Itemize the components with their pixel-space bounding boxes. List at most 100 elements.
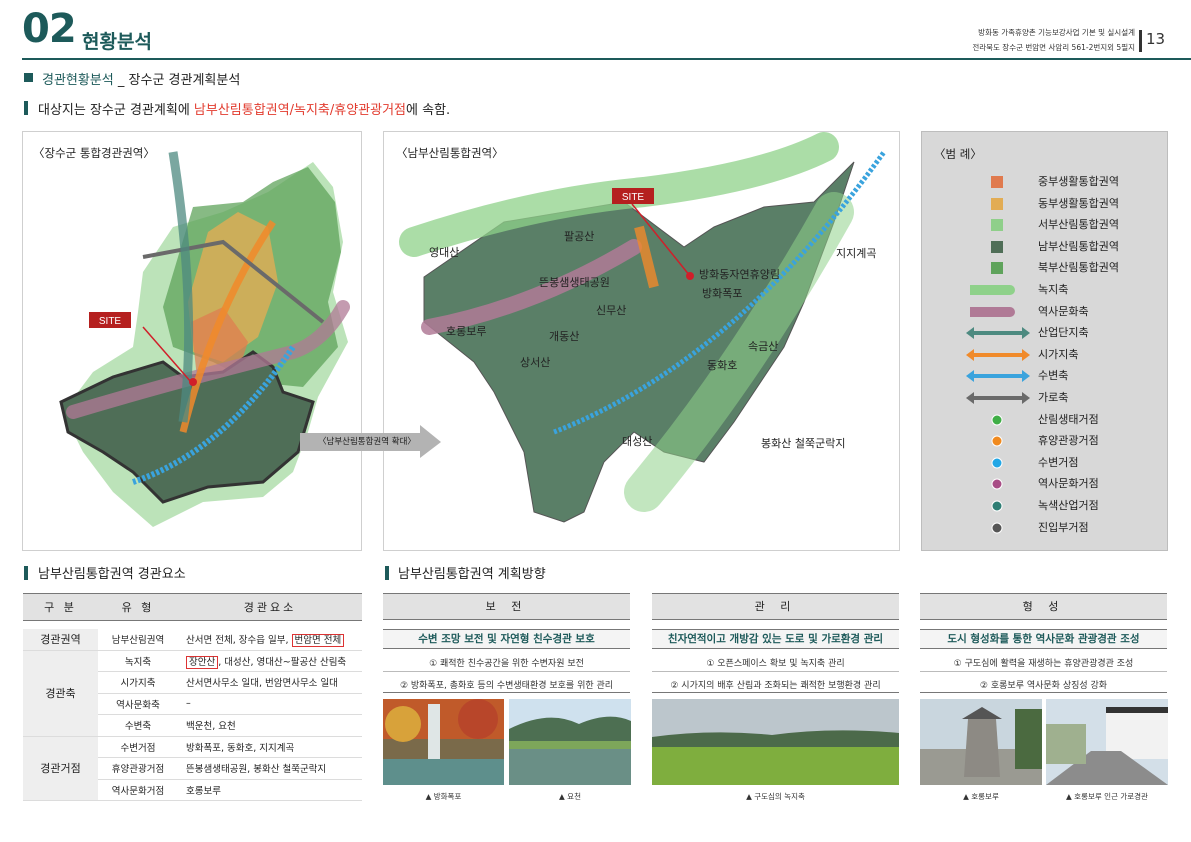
value-cell: –: [178, 693, 362, 715]
south-forest-map: SITE: [399, 132, 887, 523]
place-label: 속금산: [748, 340, 779, 353]
legend-item: 역사문화축: [922, 302, 1167, 320]
type-cell: 녹지축: [98, 650, 178, 672]
group-cell: 경관축: [23, 650, 98, 737]
photo-caption: ▲ 호롱보루 인근 가로경관: [1066, 792, 1148, 801]
legend-label: 동부생활통합권역: [1038, 196, 1119, 210]
photo-caption: ▲ 요천: [559, 792, 581, 801]
highlight-box: 장안산: [186, 655, 219, 669]
site-label-center: SITE: [622, 192, 645, 203]
legend-label: 수변거점: [1038, 455, 1079, 469]
divider: [920, 692, 1167, 693]
map-left-panel: 〈장수군 통합경관권역〉 SITE: [22, 131, 362, 551]
place-label: 개동산: [549, 330, 580, 343]
project-title: 방화동 가족휴양촌 기능보강사업 기본 및 실시설계: [978, 28, 1135, 37]
legend-label: 역사문화축: [1038, 304, 1089, 318]
value-cell: 산서면사무소 일대, 번암면사무소 일대: [178, 671, 362, 694]
value-cell: 장안산, 대성산, 영대산~팔공산 산림축: [178, 650, 362, 672]
double-arrow-icon: [966, 368, 1032, 383]
legend-title: 〈범 례〉: [934, 147, 982, 161]
direction-sub-manage: 친자연적이고 개방감 있는 도로 및 가로환경 관리: [652, 629, 899, 649]
value-cell: 호롱보루: [178, 779, 362, 801]
legend-label: 서부산림통합권역: [1038, 218, 1119, 232]
zoom-label: 〈남부산림통합권역 확대〉: [318, 437, 416, 447]
table-row: 경관거점 수변거점 방화폭포, 동화호, 지지계곡: [23, 736, 362, 801]
project-address: 전라북도 장수군 번암면 사암리 561-2번지외 5필지: [972, 43, 1135, 52]
type-cell: 휴양관광거점: [98, 757, 178, 780]
section-marker: [24, 73, 33, 82]
legend-label: 남부산림통합권역: [1038, 239, 1119, 253]
section-title-main: 경관현황분석: [42, 73, 114, 88]
type-cell: 남부산림권역: [98, 628, 178, 651]
chapter-number: 02: [22, 6, 77, 52]
waterfall-photo: [383, 699, 504, 785]
legend-item: 역사문화거점: [922, 474, 1167, 492]
legend-item: 휴양관광거점: [922, 431, 1167, 449]
legend-label: 녹색산업거점: [1038, 499, 1099, 512]
legend-item: 북부산림통합권역: [922, 258, 1167, 276]
legend-label: 시가지축: [1038, 347, 1079, 361]
intro-marker: [24, 101, 28, 115]
legend-item: 중부생활통합권역: [922, 172, 1167, 190]
legend-item: 수변거점: [922, 453, 1167, 471]
legend-label: 가로축: [1038, 391, 1069, 404]
legend-item: 시가지축: [922, 345, 1167, 363]
elements-title: 남부산림통합권역 경관요소: [38, 567, 186, 582]
place-label: 뜬봉샘생태공원: [539, 276, 610, 289]
type-cell: 역사문화축: [98, 693, 178, 715]
double-arrow-icon: [966, 325, 1032, 340]
stream-photo: [509, 699, 631, 785]
photo-caption: ▲ 호롱보루: [963, 792, 999, 801]
legend-item: 산림생태거점: [922, 410, 1167, 428]
legend-label: 산업단지축: [1038, 326, 1089, 340]
green-axis-photo: [652, 699, 899, 785]
direction-head-form: 형 성: [920, 593, 1167, 620]
legend-item: 녹색산업거점: [922, 496, 1167, 514]
legend-item: 가로축: [922, 388, 1167, 406]
highlight-box: 번암면 전체: [291, 634, 345, 647]
county-landscape-map: SITE: [59, 151, 350, 527]
map-center-panel: 〈남부산림통합권역〉 SITE 영대산 팔공산 뜬봉샘생태공원 신무산 방화동자…: [383, 131, 900, 551]
legend-label: 녹지축: [1038, 283, 1069, 296]
place-label: 방화동자연휴양림: [699, 268, 780, 281]
legend-item: 서부산림통합권역: [922, 215, 1167, 233]
legend-item: 남부산림통합권역: [922, 237, 1167, 255]
double-arrow-icon: [966, 347, 1032, 361]
divider: [383, 692, 630, 693]
divider: [652, 671, 899, 672]
legend-item: 수변축: [922, 366, 1167, 384]
col-header: 구 분: [23, 593, 98, 621]
direction-item: ① 오픈스페이스 확보 및 녹지축 관리: [706, 659, 845, 669]
chapter-title: 현황분석: [82, 31, 152, 53]
section-title-sub: 장수군 경관계획분석: [128, 73, 241, 88]
place-label: 대성산: [622, 435, 653, 448]
street-photo: [1046, 699, 1168, 785]
legend-item: 산업단지축: [922, 323, 1167, 341]
place-label: 영대산: [429, 246, 460, 259]
value-cell: 뜬봉샘생태공원, 봉화산 철쭉군락지: [178, 757, 362, 780]
tower-photo: [920, 699, 1042, 785]
legend: 〈범 례〉 중부생활통합권역동부생활통합권역서부산림통합권역남부산림통합권역북부…: [921, 131, 1168, 551]
legend-label: 휴양관광거점: [1038, 434, 1099, 448]
directions-title: 남부산림통합권역 계획방향: [398, 567, 546, 582]
col-header: 유 형: [98, 593, 178, 621]
place-label: 동화호: [707, 359, 738, 372]
intro-before: 대상지는 장수군 경관계획에: [38, 103, 194, 118]
value-cell: 산서면 전체, 장수읍 일부, 번암면 전체: [178, 628, 362, 651]
direction-item: ① 쾌적한 친수공간을 위한 수변자원 보전: [429, 659, 584, 669]
type-cell: 시가지축: [98, 671, 178, 694]
legend-item: 동부생활통합권역: [922, 194, 1167, 212]
intro-after: 에 속함.: [406, 103, 451, 118]
section-title-sep: _: [113, 73, 129, 88]
photo-caption: ▲ 구도심의 녹지축: [746, 792, 805, 801]
double-arrow-icon: [966, 390, 1032, 404]
place-label: 팔공산: [564, 230, 595, 243]
band-swatch-icon: [945, 282, 1036, 296]
direction-sub-preserve: 수변 조망 보전 및 자연형 친수경관 보호: [383, 629, 630, 649]
legend-label: 중부생활통합권역: [1038, 175, 1119, 188]
direction-item: ② 방화폭포, 총화호 등의 수변생태환경 보호를 위한 관리: [399, 681, 614, 691]
type-cell: 수변축: [98, 714, 178, 737]
place-label: 신무산: [596, 304, 627, 317]
divider: [383, 671, 630, 672]
legend-label: 수변축: [1038, 369, 1069, 383]
